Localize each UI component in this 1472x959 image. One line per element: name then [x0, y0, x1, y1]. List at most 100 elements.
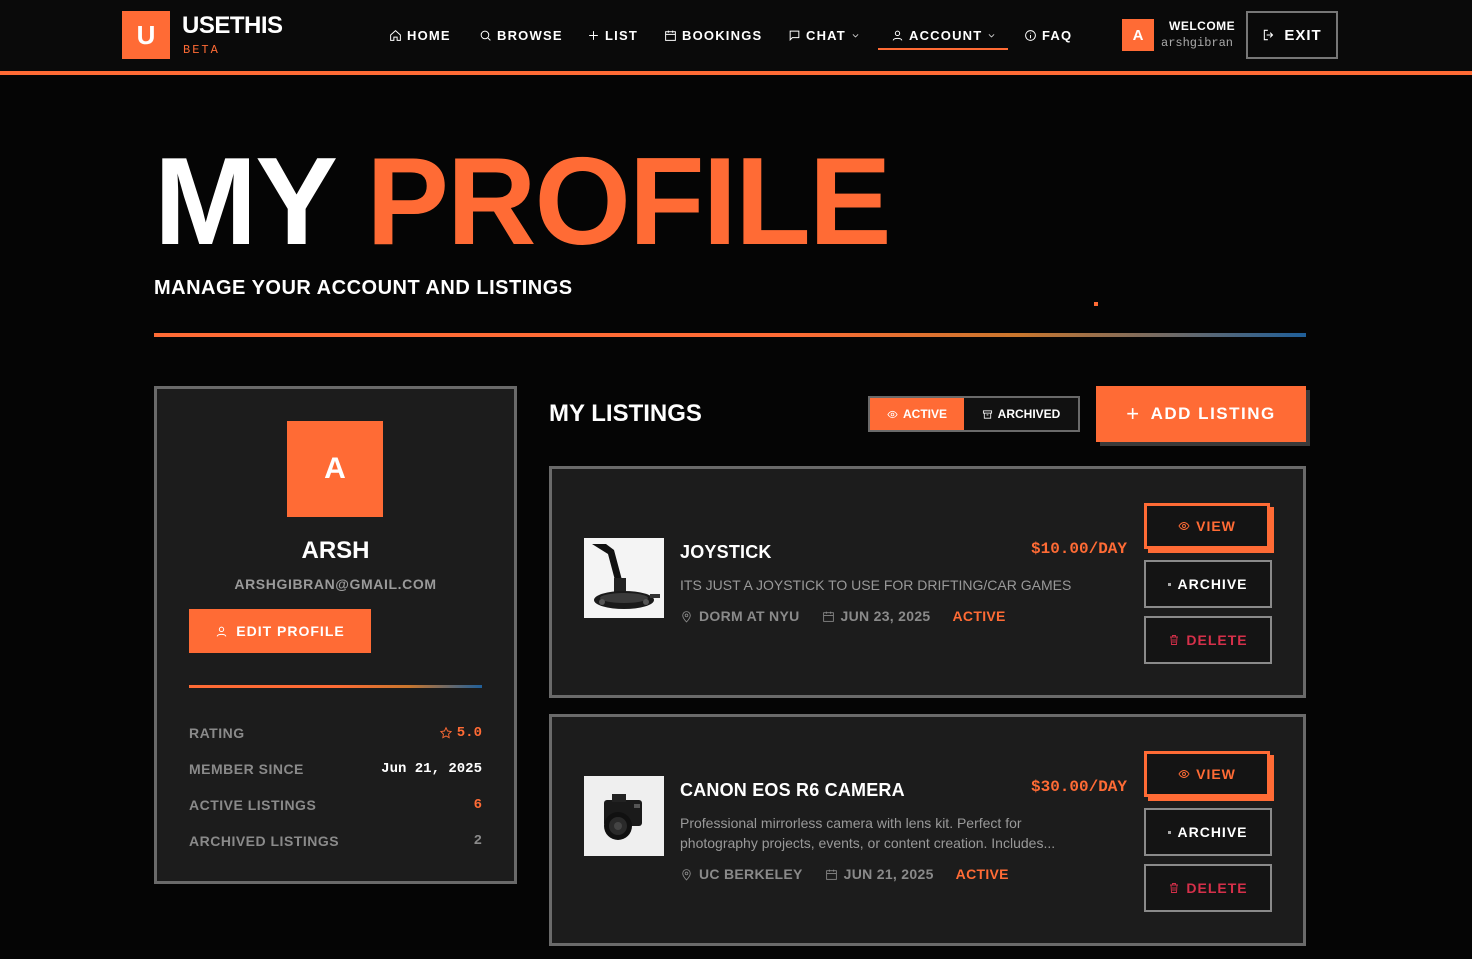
- listing-card: CANON EOS R6 CAMERA $30.00/DAY Professio…: [549, 714, 1306, 946]
- listing-filter-toggle: ACTIVE ARCHIVED: [868, 396, 1080, 432]
- listing-price: $10.00/DAY: [1030, 540, 1127, 558]
- delete-button[interactable]: DELETE: [1144, 864, 1272, 912]
- listing-card: JOYSTICK $10.00/DAY ITS JUST A JOYSTICK …: [549, 466, 1306, 698]
- eye-icon: [887, 410, 898, 418]
- delete-label: DELETE: [1186, 880, 1248, 896]
- exit-button[interactable]: EXIT: [1246, 11, 1338, 59]
- welcome-label: WELCOME: [1169, 19, 1236, 33]
- nav-chat[interactable]: CHAT: [788, 26, 860, 44]
- add-listing-button[interactable]: + ADD LISTING: [1096, 386, 1306, 442]
- page-title: MY PROFILE: [154, 140, 892, 264]
- listing-description: Professional mirrorless camera with lens…: [680, 815, 1056, 851]
- chevron-down-icon: [989, 33, 995, 37]
- search-icon: [480, 30, 491, 41]
- logout-icon: [1264, 29, 1274, 41]
- archive-button[interactable]: ARCHIVE: [1144, 808, 1272, 856]
- page-subtitle: MANAGE YOUR ACCOUNT AND LISTINGS: [154, 277, 573, 299]
- nav-bookings[interactable]: BOOKINGS: [664, 26, 762, 44]
- profile-divider: [189, 685, 482, 688]
- location-pin-icon: [682, 610, 691, 623]
- chat-icon: [789, 30, 800, 41]
- nav-browse-label: BROWSE: [497, 27, 563, 43]
- delete-button[interactable]: DELETE: [1144, 616, 1272, 664]
- plus-icon: +: [1126, 401, 1141, 426]
- listing-meta: UC BERKELEY JUN 21, 2025 ACTIVE: [680, 866, 1009, 882]
- beta-badge: BETA: [183, 43, 220, 57]
- calendar-icon: [822, 611, 834, 622]
- nav-faq-label: FAQ: [1042, 27, 1073, 43]
- exit-label: EXIT: [1284, 26, 1322, 44]
- page-title-part2: PROFILE: [366, 133, 891, 271]
- view-button[interactable]: VIEW: [1144, 503, 1270, 549]
- stat-label: RATING: [189, 725, 245, 741]
- info-icon: [1025, 29, 1036, 41]
- trash-icon: [1170, 883, 1179, 893]
- nav-faq[interactable]: FAQ: [1024, 26, 1072, 44]
- user-icon: [892, 30, 903, 41]
- listing-date: JUN 21, 2025: [843, 866, 934, 882]
- calendar-icon: [665, 30, 676, 41]
- stat-member-since: MEMBER SINCE Jun 21, 2025: [189, 759, 482, 779]
- stat-rating: RATING 5.0: [189, 723, 482, 743]
- stat-label: ACTIVE LISTINGS: [189, 797, 317, 813]
- nav-bookings-label: BOOKINGS: [682, 27, 763, 43]
- view-label: VIEW: [1196, 518, 1236, 534]
- stat-value: Jun 21, 2025: [381, 761, 482, 777]
- listing-title[interactable]: CANON EOS R6 CAMERA: [680, 780, 905, 801]
- camera-image: [584, 776, 664, 856]
- profile-name: ARSH: [301, 537, 370, 564]
- listing-meta: DORM AT NYU JUN 23, 2025 ACTIVE: [680, 608, 1006, 624]
- edit-profile-label: EDIT PROFILE: [236, 623, 345, 639]
- status-badge: ACTIVE: [955, 866, 1009, 882]
- chevron-down-icon: [852, 33, 859, 37]
- listing-location: UC BERKELEY: [699, 866, 803, 882]
- top-navbar: U USETHIS BETA HOME BROWSE LIST BOOKINGS…: [0, 0, 1472, 75]
- nav-home-label: HOME: [407, 27, 451, 43]
- nav-home[interactable]: HOME: [389, 26, 451, 44]
- nav-chat-label: CHAT: [806, 27, 846, 43]
- location-pin-icon: [682, 868, 691, 881]
- listing-description: ITS JUST A JOYSTICK TO USE FOR DRIFTING/…: [680, 577, 1072, 593]
- nav-list[interactable]: LIST: [587, 26, 638, 44]
- filter-archived-tab[interactable]: ARCHIVED: [964, 398, 1078, 430]
- listing-title[interactable]: JOYSTICK: [680, 542, 772, 563]
- eye-icon: [1178, 522, 1190, 530]
- calendar-icon: [825, 869, 837, 880]
- filter-active-label: ACTIVE: [902, 407, 947, 421]
- profile-card: A ARSH ARSHGIBRAN@GMAIL.COM EDIT PROFILE…: [154, 386, 517, 884]
- nav-account[interactable]: ACCOUNT: [891, 26, 996, 44]
- status-badge: ACTIVE: [952, 608, 1006, 624]
- plus-icon: [589, 30, 598, 40]
- edit-profile-button[interactable]: EDIT PROFILE: [189, 609, 371, 653]
- delete-label: DELETE: [1186, 632, 1248, 648]
- avatar[interactable]: A: [1122, 19, 1154, 51]
- listings-title: MY LISTINGS: [549, 400, 702, 427]
- logo-icon[interactable]: U: [122, 11, 170, 59]
- listing-image[interactable]: [584, 776, 664, 856]
- brand-name[interactable]: USETHIS: [182, 12, 283, 40]
- filter-archived-label: ARCHIVED: [997, 407, 1061, 421]
- user-icon: [216, 626, 227, 637]
- filter-active-tab[interactable]: ACTIVE: [870, 398, 964, 430]
- archive-label: ARCHIVE: [1177, 576, 1248, 592]
- decorative-dot: [1094, 302, 1098, 306]
- nav-account-label: ACCOUNT: [909, 27, 983, 43]
- view-button[interactable]: VIEW: [1144, 751, 1270, 797]
- username-label: arshgibran: [1161, 36, 1234, 50]
- star-icon: [439, 726, 452, 739]
- stat-value: 6: [473, 797, 482, 813]
- nav-browse[interactable]: BROWSE: [479, 26, 563, 44]
- rating-value: 5.0: [456, 725, 482, 741]
- view-label: VIEW: [1196, 766, 1236, 782]
- joystick-image: [584, 538, 664, 618]
- home-icon: [390, 29, 401, 41]
- listing-image[interactable]: [584, 538, 664, 618]
- stat-label: ARCHIVED LISTINGS: [189, 833, 340, 849]
- eye-icon: [1178, 770, 1190, 778]
- stat-value: 5.0: [439, 725, 482, 741]
- archive-button[interactable]: ARCHIVE: [1144, 560, 1272, 608]
- page-title-part1: MY: [154, 133, 336, 271]
- stat-value: 2: [473, 833, 482, 849]
- nav-active-indicator: [878, 48, 1008, 50]
- profile-avatar: A: [287, 421, 383, 517]
